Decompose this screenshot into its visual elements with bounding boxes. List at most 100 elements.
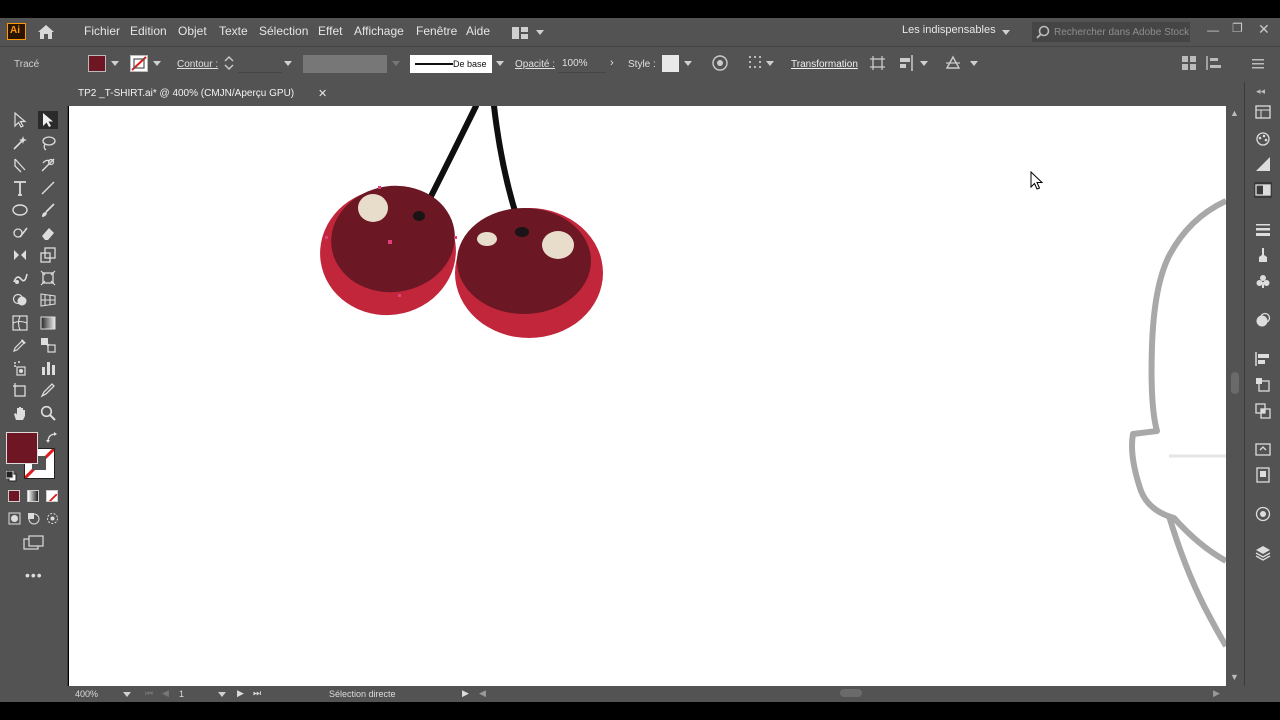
- pathfinder-icon[interactable]: [1254, 403, 1272, 419]
- draw-inside-icon[interactable]: [46, 512, 59, 525]
- chevron-down-icon[interactable]: [496, 61, 504, 66]
- color-panel-icon[interactable]: [1254, 506, 1272, 522]
- chevron-down-icon[interactable]: [111, 61, 119, 66]
- opacity-label[interactable]: Opacité :: [515, 59, 555, 70]
- type-icon[interactable]: [10, 179, 30, 197]
- scroll-down-icon[interactable]: ▼: [1230, 672, 1239, 682]
- panel-menu-icon[interactable]: [1252, 57, 1264, 69]
- align-icon[interactable]: [1254, 351, 1272, 367]
- gradient-panel-icon[interactable]: [1254, 156, 1272, 172]
- brush-definition-field[interactable]: De base: [410, 55, 492, 73]
- align-grid-icon[interactable]: [749, 56, 765, 70]
- chevron-down-icon[interactable]: [920, 61, 928, 66]
- scroll-thumb[interactable]: [1231, 372, 1239, 394]
- menu-affichage[interactable]: Affichage: [354, 24, 404, 38]
- shape-builder-icon[interactable]: [10, 291, 30, 309]
- arrange-panels-icon[interactable]: [1182, 56, 1196, 70]
- mesh-icon[interactable]: [10, 314, 30, 332]
- layers-icon[interactable]: [1254, 545, 1272, 561]
- stroke-none-swatch[interactable]: [130, 55, 148, 72]
- horizontal-scroll-thumb[interactable]: [840, 689, 862, 697]
- fill-swatch[interactable]: [88, 55, 106, 72]
- document-tab[interactable]: TP2 _T-SHIRT.ai* @ 400% (CMJN/Aperçu GPU…: [69, 82, 337, 106]
- chevron-down-icon[interactable]: [766, 61, 774, 66]
- menu-edition[interactable]: Edition: [130, 24, 167, 38]
- opacity-field[interactable]: 100%: [558, 55, 606, 73]
- screen-mode-icon[interactable]: [23, 535, 45, 551]
- vertical-scrollbar[interactable]: ▲ ▼: [1226, 106, 1244, 686]
- artboards-panel-icon[interactable]: [1254, 467, 1272, 483]
- transparency-icon[interactable]: [1254, 182, 1272, 198]
- stroke-panel-icon[interactable]: [1254, 221, 1272, 237]
- gradient-mode-icon[interactable]: [27, 490, 39, 502]
- search-box[interactable]: Rechercher dans Adobe Stock: [1032, 22, 1190, 42]
- close-icon[interactable]: ✕: [1258, 21, 1270, 38]
- blend-icon[interactable]: [38, 336, 58, 354]
- scroll-right-icon[interactable]: ▶: [1213, 688, 1220, 699]
- chevron-down-icon[interactable]: [123, 692, 131, 697]
- zoom-icon[interactable]: [38, 404, 58, 422]
- isolate-group-icon[interactable]: [945, 55, 961, 71]
- color-mode-icon[interactable]: [8, 490, 20, 502]
- distribute-icon[interactable]: [1206, 56, 1222, 70]
- paintbrush-icon[interactable]: [38, 201, 58, 219]
- transform-bounds-icon[interactable]: [869, 55, 886, 71]
- hand-icon[interactable]: [10, 404, 30, 422]
- close-tab-icon[interactable]: ✕: [318, 87, 327, 100]
- next-artboard-icon[interactable]: ▶: [237, 688, 244, 699]
- warp-icon[interactable]: [10, 269, 30, 287]
- brushes-icon[interactable]: [1254, 247, 1272, 263]
- rotate-icon[interactable]: [10, 246, 30, 264]
- eyedropper-icon[interactable]: [10, 336, 30, 354]
- curvature-icon[interactable]: [38, 156, 58, 174]
- libraries-icon[interactable]: [1254, 104, 1272, 120]
- symbols-icon[interactable]: [1254, 273, 1272, 289]
- default-fill-stroke-icon[interactable]: [5, 469, 17, 482]
- swap-fill-stroke-icon[interactable]: [46, 431, 58, 443]
- line-icon[interactable]: [38, 179, 58, 197]
- contour-label[interactable]: Contour :: [177, 59, 218, 70]
- chevron-down-icon[interactable]: [284, 61, 292, 66]
- artboard-number[interactable]: 1: [179, 689, 184, 699]
- menu-aide[interactable]: Aide: [466, 24, 490, 38]
- workspace-switcher[interactable]: Les indispensables: [902, 24, 996, 36]
- chevron-down-icon[interactable]: [536, 30, 544, 35]
- ellipse-icon[interactable]: [10, 201, 30, 219]
- draw-behind-icon[interactable]: [27, 512, 40, 525]
- menu-objet[interactable]: Objet: [178, 24, 207, 38]
- chevron-right-icon[interactable]: ›: [610, 57, 614, 69]
- cherry-left[interactable]: [312, 178, 464, 324]
- free-transform-icon[interactable]: [38, 269, 58, 287]
- chevron-down-icon[interactable]: [153, 61, 161, 66]
- artboard-icon[interactable]: [10, 381, 30, 399]
- menu-effet[interactable]: Effet: [318, 24, 342, 38]
- restore-icon[interactable]: ❐: [1232, 21, 1243, 35]
- graphic-style-swatch[interactable]: [662, 55, 679, 72]
- menu-texte[interactable]: Texte: [219, 24, 248, 38]
- perspective-icon[interactable]: [38, 291, 58, 309]
- artboard-canvas[interactable]: [69, 106, 1226, 686]
- menu-selection[interactable]: Sélection: [259, 24, 308, 38]
- column-graph-icon[interactable]: [38, 359, 58, 377]
- menu-fenetre[interactable]: Fenêtre: [416, 24, 457, 38]
- minimize-icon[interactable]: —: [1207, 23, 1219, 37]
- magic-wand-icon[interactable]: [10, 134, 30, 152]
- arrange-documents-icon[interactable]: [512, 26, 528, 39]
- scroll-up-icon[interactable]: ▲: [1230, 108, 1239, 118]
- scale-icon[interactable]: [38, 246, 58, 264]
- chevron-down-icon[interactable]: [684, 61, 692, 66]
- pen-icon[interactable]: [10, 156, 30, 174]
- home-icon[interactable]: [37, 24, 55, 40]
- fill-indicator[interactable]: [6, 432, 38, 464]
- align-objects-icon[interactable]: [899, 55, 915, 71]
- edit-toolbar-icon[interactable]: •••: [25, 567, 43, 583]
- dock-collapse-icon[interactable]: ◂◂: [1256, 86, 1265, 97]
- gradient-icon[interactable]: [38, 314, 58, 332]
- transform-panel-icon[interactable]: [1254, 377, 1272, 393]
- last-artboard-icon[interactable]: ⏭: [253, 688, 261, 699]
- current-tool-status[interactable]: Sélection directe: [329, 689, 396, 699]
- zoom-level[interactable]: 400%: [75, 689, 98, 699]
- selection-tool-icon[interactable]: [10, 111, 30, 129]
- color-guide-icon[interactable]: [1254, 130, 1272, 146]
- stroke-weight-stepper[interactable]: [223, 54, 235, 72]
